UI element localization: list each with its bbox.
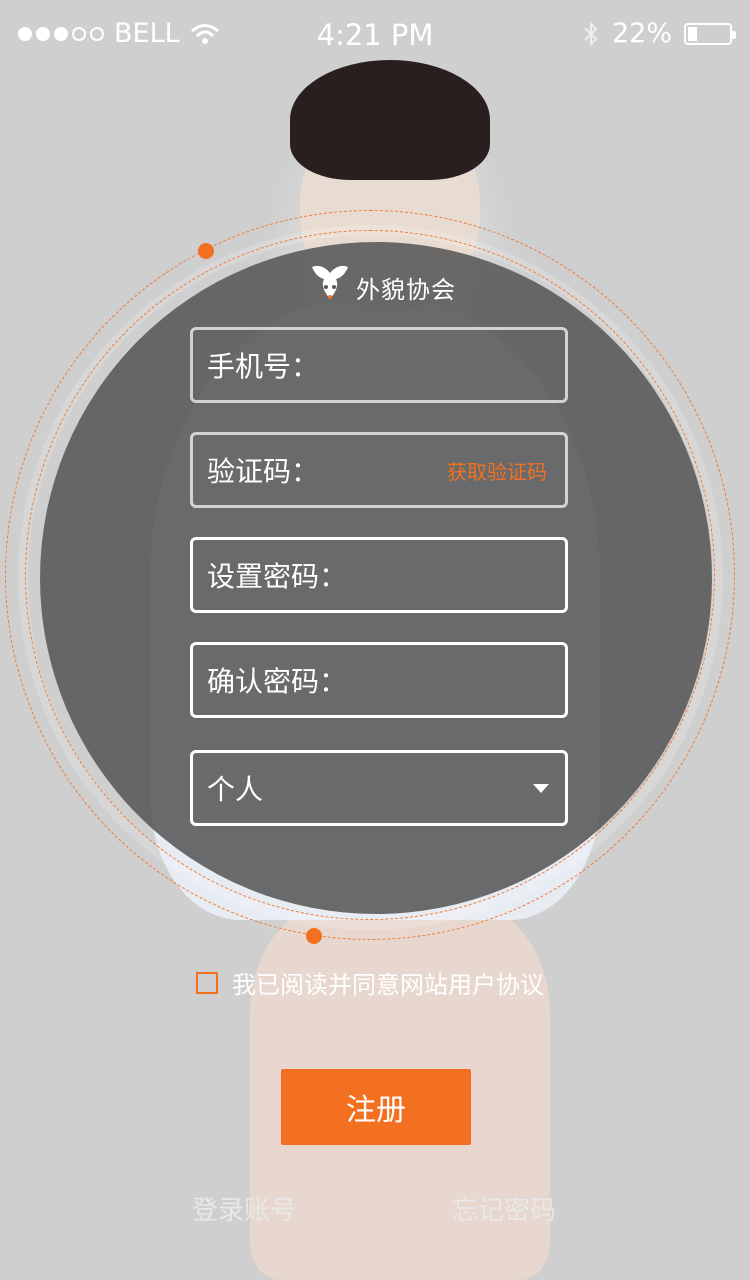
phone-field[interactable]: 手机号： bbox=[190, 327, 568, 403]
phone-label: 手机号： bbox=[207, 350, 320, 383]
confirm-password-field[interactable]: 确认密码： bbox=[190, 642, 568, 718]
logo-mark-icon bbox=[312, 265, 348, 299]
battery-icon bbox=[684, 22, 736, 45]
account-type-value: 个人 bbox=[207, 773, 264, 806]
ring-dot-bottom bbox=[306, 928, 322, 944]
battery-level bbox=[688, 26, 697, 41]
get-code-button[interactable]: 获取验证码 bbox=[447, 456, 547, 485]
code-label: 验证码： bbox=[207, 455, 320, 488]
phone-input[interactable] bbox=[319, 348, 565, 382]
logo-text: 外貌协会 bbox=[356, 276, 456, 304]
confirm-password-label: 确认密码： bbox=[207, 665, 348, 698]
dropdown-caret-icon bbox=[533, 783, 549, 793]
status-bar: BELL 4:21 PM 22% bbox=[0, 0, 750, 70]
code-input[interactable] bbox=[319, 453, 447, 487]
verification-code-field[interactable]: 验证码： 获取验证码 bbox=[190, 432, 568, 508]
ring-dot-top bbox=[198, 243, 214, 259]
account-type-select[interactable]: 个人 bbox=[190, 750, 568, 826]
confirm-password-input[interactable] bbox=[347, 663, 565, 697]
agreement-text: 我已阅读并同意网站用户协议 bbox=[232, 971, 544, 999]
status-right: 22% bbox=[582, 18, 736, 49]
password-field[interactable]: 设置密码： bbox=[190, 537, 568, 613]
forgot-password-link[interactable]: 忘记密码 bbox=[452, 1190, 556, 1227]
agreement-row[interactable]: 我已阅读并同意网站用户协议 bbox=[196, 965, 544, 1000]
register-button[interactable]: 注册 bbox=[281, 1069, 471, 1145]
background-figure-hair bbox=[290, 60, 490, 180]
app-logo: 外貌协会 bbox=[308, 260, 456, 305]
bluetooth-icon bbox=[584, 21, 598, 46]
password-label: 设置密码： bbox=[207, 560, 348, 593]
battery-percent: 22% bbox=[611, 18, 672, 49]
battery-tip bbox=[732, 30, 736, 39]
login-link[interactable]: 登录账号 bbox=[192, 1190, 296, 1227]
agreement-checkbox[interactable] bbox=[196, 971, 218, 994]
password-input[interactable] bbox=[347, 558, 565, 592]
